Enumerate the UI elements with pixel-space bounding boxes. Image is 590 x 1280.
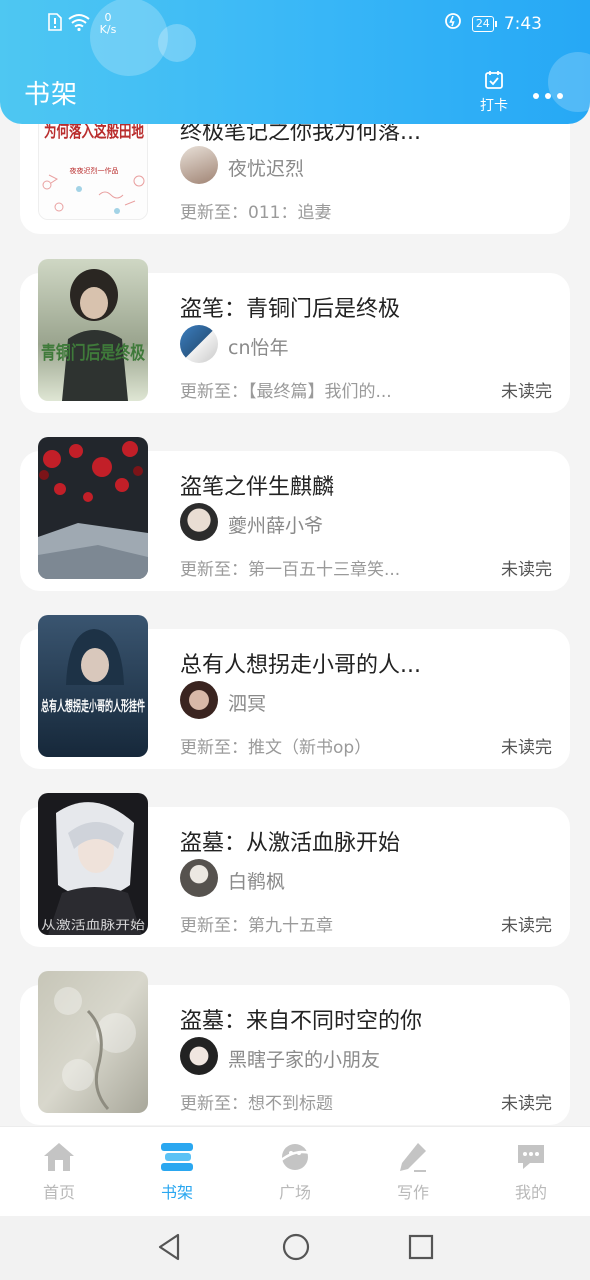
nav-item-bookshelf[interactable]: 书架	[118, 1127, 236, 1216]
book-cover[interactable]: 为何落入这般田地 夜夜迟烈一作品	[38, 114, 148, 220]
book-latest-update: 更新至：推文（新书op）	[180, 738, 372, 758]
nav-label: 首页	[42, 1183, 75, 1202]
nav-item-write[interactable]: 写作	[354, 1127, 472, 1216]
power-save-icon	[444, 12, 462, 35]
book-author: 夔州薛小爷	[228, 515, 324, 537]
decor-bubble	[548, 52, 590, 112]
net-speed-unit: K/s	[99, 23, 117, 36]
book-author: 泗冥	[228, 693, 267, 715]
book-cover[interactable]	[38, 971, 148, 1113]
book-author: 夜忧迟烈	[228, 158, 305, 180]
bottom-navigation: 首页 书架 广场 写作 我的	[0, 1126, 590, 1216]
book-title: 盗笔之伴生麒麟	[180, 475, 335, 500]
app-header: 0 K/s 24 7:43 书架 打卡	[0, 0, 590, 124]
read-status: 未读完	[501, 916, 552, 936]
nav-label: 广场	[278, 1183, 311, 1202]
nav-label: 我的	[514, 1183, 547, 1202]
nav-label: 书架	[160, 1183, 193, 1202]
author-avatar	[180, 681, 218, 719]
book-latest-update: 更新至：第一百五十三章笑...	[180, 560, 401, 580]
clock: 7:43	[503, 13, 542, 34]
author-avatar	[180, 503, 218, 541]
book-latest-update: 更新至：011：追妻	[180, 203, 332, 223]
read-status: 未读完	[501, 738, 552, 758]
nav-label: 写作	[396, 1183, 429, 1202]
recent-apps-icon[interactable]	[407, 1232, 435, 1266]
book-title: 盗墓：来自不同时空的你	[180, 1009, 423, 1034]
book-card[interactable]: 盗笔之伴生麒麟 夔州薛小爷 更新至：第一百五十三章笑... 未读完	[20, 437, 570, 591]
read-status: 未读完	[501, 1094, 552, 1114]
pen-icon	[396, 1143, 430, 1177]
book-cover[interactable]: 从激活血脉开始	[38, 793, 148, 935]
author-avatar	[180, 1037, 218, 1075]
system-navigation-bar	[0, 1216, 590, 1280]
bookshelf-icon	[159, 1143, 195, 1177]
author-avatar	[180, 859, 218, 897]
calendar-check-icon	[484, 71, 504, 94]
nav-item-profile[interactable]: 我的	[472, 1127, 590, 1216]
status-bar: 0 K/s 24 7:43	[0, 0, 590, 46]
more-options-icon[interactable]	[532, 84, 564, 100]
nav-item-home[interactable]: 首页	[0, 1127, 118, 1216]
bookshelf-list[interactable]: 为何落入这般田地 夜夜迟烈一作品 终极笔记之你我为何落... 夜忧迟烈 更新至：…	[0, 0, 590, 1126]
author-avatar	[180, 146, 218, 184]
book-latest-update: 更新至：想不到标题	[180, 1094, 333, 1114]
book-card[interactable]: 盗墓：来自不同时空的你 黑瞎子家的小朋友 更新至：想不到标题 未读完	[20, 971, 570, 1125]
cover-title-text: 从激活血脉开始	[41, 917, 145, 932]
planet-icon	[278, 1144, 312, 1177]
nav-item-square[interactable]: 广场	[236, 1127, 354, 1216]
checkin-button[interactable]: 打卡	[476, 70, 512, 115]
book-author: 白鹡枫	[228, 871, 286, 893]
network-speed: 0 K/s	[96, 12, 120, 36]
home-circle-icon[interactable]	[281, 1232, 311, 1266]
read-status: 未读完	[501, 382, 552, 402]
cover-subtitle-text: 夜夜迟烈一作品	[70, 166, 119, 175]
book-author: 黑瞎子家的小朋友	[228, 1049, 381, 1071]
book-latest-update: 更新至：【最终篇】我们的...	[180, 382, 392, 402]
book-cover[interactable]: 总有人想拐走小哥的人形挂件	[38, 615, 148, 757]
cover-title-text: 为何落入这般田地	[44, 121, 144, 142]
chat-icon	[514, 1145, 548, 1177]
home-icon	[42, 1143, 76, 1177]
wifi-icon	[68, 13, 90, 35]
book-cover[interactable]: 青铜门后是终极	[38, 259, 148, 401]
back-icon[interactable]	[156, 1232, 182, 1266]
book-title: 盗墓：从激活血脉开始	[180, 831, 401, 856]
checkin-label: 打卡	[480, 98, 508, 114]
book-latest-update: 更新至：第九十五章	[180, 916, 333, 936]
book-title: 盗笔：青铜门后是终极	[180, 297, 401, 322]
book-card[interactable]: 从激活血脉开始 盗墓：从激活血脉开始 白鹡枫 更新至：第九十五章 未读完	[20, 793, 570, 947]
author-avatar	[180, 325, 218, 363]
page-title: 书架	[24, 80, 79, 110]
book-author: cn怡年	[228, 337, 289, 359]
book-card[interactable]: 总有人想拐走小哥的人形挂件 总有人想拐走小哥的人... 泗冥 更新至：推文（新书…	[20, 615, 570, 769]
cover-title-text: 总有人想拐走小哥的人形挂件	[41, 698, 145, 715]
book-title: 总有人想拐走小哥的人...	[180, 653, 421, 678]
cover-title-text: 青铜门后是终极	[41, 342, 146, 364]
book-card[interactable]: 青铜门后是终极 盗笔：青铜门后是终极 cn怡年 更新至：【最终篇】我们的... …	[20, 259, 570, 413]
battery-indicator: 24	[471, 15, 497, 32]
book-cover[interactable]	[38, 437, 148, 579]
read-status: 未读完	[501, 560, 552, 580]
sim-alert-icon	[48, 13, 62, 35]
